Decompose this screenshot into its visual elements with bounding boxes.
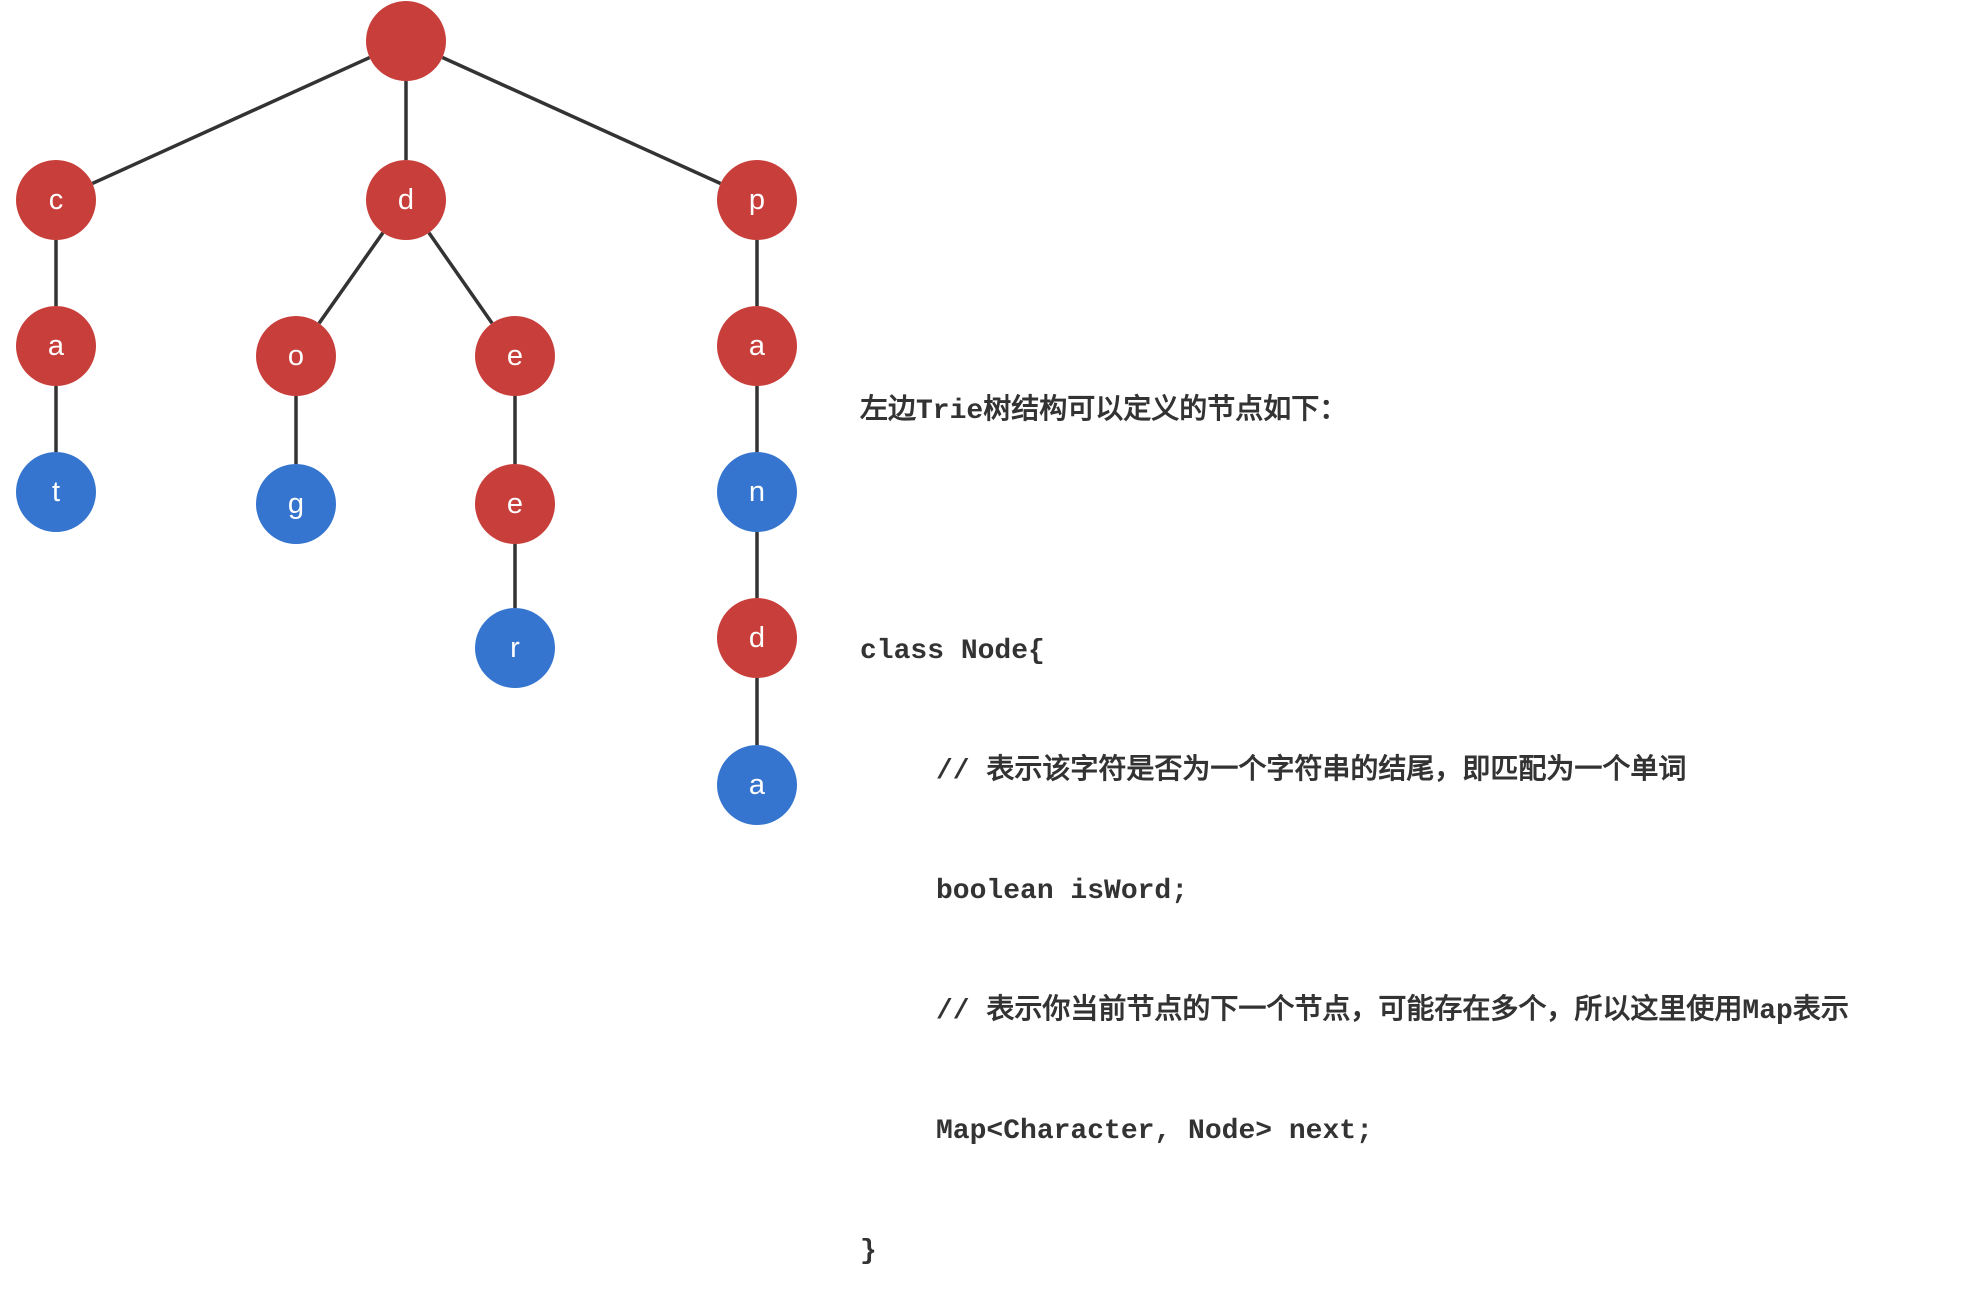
trie-node-pan: n: [717, 452, 797, 532]
trie-root-node: [366, 1, 446, 81]
trie-node-label: o: [288, 340, 304, 372]
trie-node-label: p: [749, 184, 765, 216]
trie-node-de: e: [475, 316, 555, 396]
trie-node-deer: r: [475, 608, 555, 688]
trie-node-label: e: [507, 488, 523, 520]
trie-node-d: d: [366, 160, 446, 240]
description-heading: 左边Trie树结构可以定义的节点如下：: [860, 396, 1348, 427]
trie-node-label: d: [398, 184, 414, 216]
node-definition-text: 左边Trie树结构可以定义的节点如下： class Node{ // 表示该字符…: [860, 312, 1980, 1312]
inner-node-circle: [366, 1, 446, 81]
trie-node-p: p: [717, 160, 797, 240]
trie-node-panda: a: [717, 745, 797, 825]
trie-node-dee: e: [475, 464, 555, 544]
trie-node-label: g: [288, 488, 304, 520]
trie-node-ca: a: [16, 306, 96, 386]
trie-node-label: a: [749, 330, 766, 362]
trie-node-label: a: [749, 769, 766, 801]
trie-node-label: e: [507, 340, 523, 372]
trie-node-label: d: [749, 622, 765, 654]
code-field-is-word: boolean isWord;: [936, 876, 1189, 907]
trie-node-pa: a: [717, 306, 797, 386]
trie-edge-root-c: [91, 55, 371, 186]
code-comment-next: // 表示你当前节点的下一个节点，可能存在多个，所以这里使用Map表示: [936, 996, 1849, 1027]
trie-node-do: o: [256, 316, 336, 396]
trie-edge-d-de: [427, 231, 494, 325]
trie-node-cat: t: [16, 452, 96, 532]
code-field-next: Map<Character, Node> next;: [936, 1116, 1373, 1147]
trie-node-label: n: [749, 476, 765, 508]
trie-node-label: r: [510, 632, 520, 664]
trie-node-label: c: [49, 184, 64, 216]
trie-node-dog: g: [256, 464, 336, 544]
trie-node-label: a: [48, 330, 65, 362]
trie-node-label: t: [52, 476, 60, 508]
trie-node-pand: d: [717, 598, 797, 678]
code-comment-is-word: // 表示该字符是否为一个字符串的结尾，即匹配为一个单词: [936, 756, 1687, 787]
trie-node-c: c: [16, 160, 96, 240]
trie-edge-d-do: [317, 231, 385, 325]
code-class-close: }: [860, 1236, 877, 1267]
trie-edge-root-p: [441, 55, 722, 186]
code-class-open: class Node{: [860, 636, 1045, 667]
